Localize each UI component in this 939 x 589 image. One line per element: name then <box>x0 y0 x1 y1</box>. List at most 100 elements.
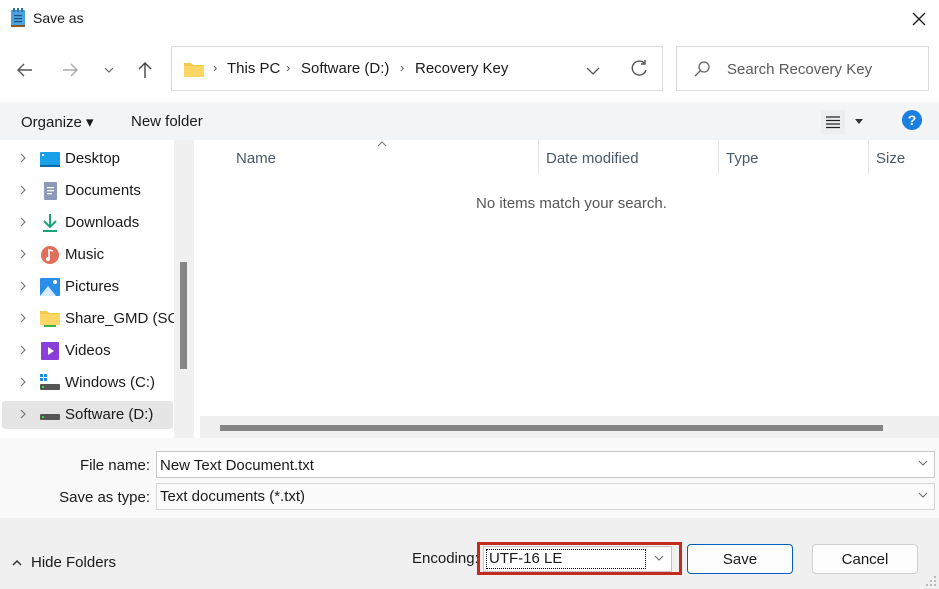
folder-icon <box>184 63 204 77</box>
chevron-down-icon[interactable] <box>918 492 928 498</box>
close-icon <box>912 12 926 26</box>
organize-button[interactable]: Organize ▾ <box>21 113 94 131</box>
window-title: Save as <box>33 10 84 26</box>
search-input[interactable] <box>727 59 917 79</box>
recent-locations-button[interactable] <box>95 56 123 84</box>
navigation-bar: › This PC › Software (D:) › Recovery Key <box>0 38 939 100</box>
refresh-button[interactable] <box>627 57 651 81</box>
sidebar-item-pictures[interactable]: Pictures <box>2 273 173 301</box>
notepad-icon <box>11 8 25 27</box>
chevron-down-icon[interactable] <box>918 460 928 466</box>
chevron-right-icon[interactable] <box>20 281 26 291</box>
chevron-right-icon[interactable] <box>20 345 26 355</box>
sidebar-item-desktop[interactable]: Desktop <box>2 145 173 173</box>
view-options-dropdown[interactable] <box>855 119 863 124</box>
file-name-label: File name: <box>79 457 150 474</box>
sidebar-item-label: Windows (C:) <box>65 374 156 391</box>
breadcrumb-software-d[interactable]: Software (D:) <box>301 60 389 77</box>
encoding-label: Encoding: <box>412 550 479 567</box>
close-button[interactable] <box>900 4 938 34</box>
pictures-icon <box>40 278 60 296</box>
videos-icon <box>41 342 59 360</box>
save-as-type-select[interactable]: Text documents (*.txt) <box>156 483 935 510</box>
sidebar-item-label: Pictures <box>65 278 120 295</box>
scrollbar-thumb[interactable] <box>180 262 187 369</box>
chevron-up-icon <box>12 559 22 566</box>
column-divider[interactable] <box>538 140 539 174</box>
encoding-select[interactable]: UTF-16 LE <box>483 546 672 572</box>
command-bar: Organize ▾ New folder <box>0 102 939 140</box>
hide-folders-button[interactable]: Hide Folders <box>12 554 116 571</box>
forward-button[interactable] <box>56 56 84 84</box>
search-icon <box>694 61 710 77</box>
chevron-down-icon <box>104 67 114 73</box>
downloads-icon <box>43 214 57 232</box>
sidebar-item-windows-c[interactable]: Windows (C:) <box>2 369 173 397</box>
search-box[interactable] <box>676 46 929 91</box>
column-header-date-modified[interactable]: Date modified <box>546 150 639 167</box>
new-folder-button[interactable]: New folder <box>131 113 203 130</box>
sidebar-item-music[interactable]: Music <box>2 241 173 269</box>
arrow-up-icon <box>138 62 152 78</box>
chevron-right-icon[interactable] <box>20 249 26 259</box>
column-header-name[interactable]: Name <box>236 150 276 167</box>
chevron-right-icon[interactable] <box>20 409 26 419</box>
sort-ascending-icon <box>377 141 387 147</box>
up-button[interactable] <box>131 56 159 84</box>
chevron-down-icon[interactable] <box>654 555 664 561</box>
scrollbar-thumb[interactable] <box>220 425 883 431</box>
documents-icon <box>44 182 57 200</box>
address-history-dropdown[interactable] <box>582 59 604 79</box>
sidebar-item-label: Software (D:) <box>65 406 154 423</box>
chevron-right-icon[interactable] <box>20 153 26 163</box>
sidebar-item-label: Music <box>65 246 105 263</box>
navigation-pane-scrollbar[interactable] <box>174 140 194 438</box>
back-button[interactable] <box>11 56 39 84</box>
windows-drive-icon <box>40 374 60 390</box>
sidebar-item-videos[interactable]: Videos <box>2 337 173 365</box>
breadcrumb-separator: › <box>286 60 291 75</box>
save-as-type-value: Text documents (*.txt) <box>160 488 306 505</box>
refresh-icon <box>631 60 647 76</box>
drive-icon <box>40 414 60 420</box>
navigation-pane: Desktop Documents Downloads Music Pictur… <box>0 140 180 438</box>
breadcrumb-recovery-key[interactable]: Recovery Key <box>415 60 508 77</box>
save-form: File name: Save as type: Text documents … <box>0 438 939 518</box>
chevron-right-icon[interactable] <box>20 185 26 195</box>
hide-folders-label: Hide Folders <box>31 554 117 571</box>
file-list-horizontal-scrollbar[interactable] <box>200 416 939 438</box>
chevron-right-icon[interactable] <box>20 217 26 227</box>
column-divider[interactable] <box>868 140 869 174</box>
dialog-footer: Hide Folders Encoding: UTF-16 LE Save Ca… <box>0 518 939 589</box>
network-folder-icon <box>40 311 60 327</box>
breadcrumb-separator: › <box>213 60 218 75</box>
column-header-type[interactable]: Type <box>726 150 759 167</box>
sidebar-item-label: Desktop <box>65 150 121 167</box>
resize-grip-icon[interactable] <box>926 576 936 586</box>
chevron-right-icon[interactable] <box>20 313 26 323</box>
save-as-type-label: Save as type: <box>59 489 150 506</box>
title-bar: Save as <box>0 0 939 38</box>
view-button[interactable] <box>821 110 845 134</box>
chevron-right-icon[interactable] <box>20 377 26 387</box>
file-name-input[interactable] <box>160 455 900 475</box>
encoding-value: UTF-16 LE <box>486 549 646 569</box>
breadcrumb-this-pc[interactable]: This PC <box>227 60 280 77</box>
sidebar-item-label: Videos <box>65 342 111 359</box>
column-divider[interactable] <box>718 140 719 174</box>
arrow-right-icon <box>63 63 78 77</box>
save-button[interactable]: Save <box>687 544 793 574</box>
desktop-icon <box>40 152 60 167</box>
address-bar[interactable]: › This PC › Software (D:) › Recovery Key <box>171 46 663 91</box>
list-view-icon <box>826 116 840 129</box>
file-name-combobox[interactable] <box>156 451 935 478</box>
sidebar-item-documents[interactable]: Documents <box>2 177 173 205</box>
help-button[interactable]: ? <box>902 110 922 133</box>
svg-text:?: ? <box>908 112 917 128</box>
sidebar-item-share-gmd[interactable]: Share_GMD (SC- <box>2 305 180 333</box>
sidebar-item-downloads[interactable]: Downloads <box>2 209 173 237</box>
empty-message: No items match your search. <box>476 195 667 212</box>
cancel-button[interactable]: Cancel <box>812 544 918 574</box>
sidebar-item-software-d[interactable]: Software (D:) <box>2 401 173 429</box>
column-header-size[interactable]: Size <box>876 150 905 167</box>
